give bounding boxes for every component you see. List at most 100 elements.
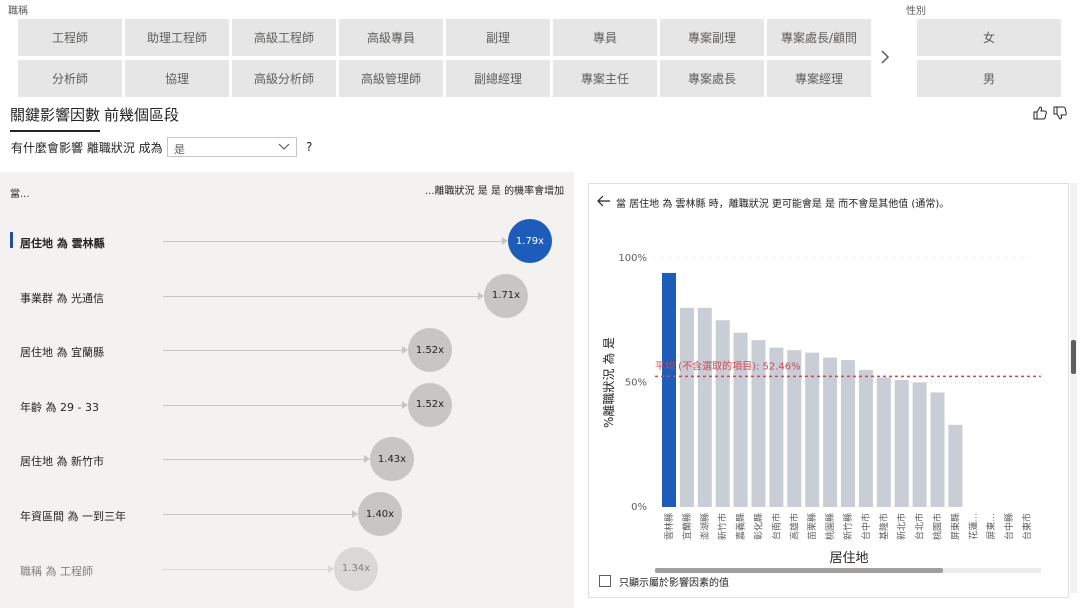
- x-axis-label: 居住地: [829, 551, 868, 564]
- x-tick-label: 嘉義縣: [735, 513, 747, 540]
- key-influencers-list: 當... ...離職狀況 是 是 的機率會增加 居住地 為 雲林縣 1.79x 事業…: [0, 172, 574, 608]
- gender-slicer: 女男: [917, 19, 1061, 97]
- chart-bar[interactable]: [948, 424, 963, 507]
- chart-bar[interactable]: [697, 307, 712, 507]
- influencer-bubble: 1.52x: [408, 328, 452, 373]
- question-prefix: 有什麼會影響 離職狀況 成為: [11, 141, 163, 155]
- selected-indicator: [10, 232, 13, 248]
- influencer-line: [163, 459, 364, 461]
- job-title-tile[interactable]: 高級管理師: [339, 60, 443, 97]
- page-scrollbar-track[interactable]: [1070, 183, 1077, 593]
- influencer-bubble: 1.71x: [484, 273, 528, 318]
- influencer-line: [163, 514, 352, 515]
- job-title-tile[interactable]: 專案處長: [660, 60, 764, 97]
- y-axis-label: %離職狀況 為 是: [601, 337, 616, 428]
- influencer-line: [163, 295, 478, 297]
- gender-tile[interactable]: 男: [917, 60, 1061, 97]
- chevron-down-icon: [278, 143, 290, 150]
- average-label: 平均 (不含選取的項目): 52.46%: [655, 359, 801, 372]
- chart-bar[interactable]: [823, 357, 838, 507]
- job-title-tile[interactable]: 副理: [446, 19, 550, 56]
- job-title-tile[interactable]: 高級專員: [339, 19, 443, 56]
- x-tick-label: 台東市: [1021, 513, 1033, 540]
- chart-bar[interactable]: [733, 332, 748, 507]
- job-title-tile[interactable]: 工程師: [18, 19, 122, 56]
- influencer-bubble: 1.34x: [334, 546, 378, 591]
- chart-bar[interactable]: [894, 380, 909, 507]
- gender-slicer-header: 性別: [906, 6, 926, 17]
- influencer-label: 職稱 為 工程師: [20, 564, 93, 578]
- page-scrollbar-thumb[interactable]: [1071, 340, 1076, 374]
- x-tick-label: 台中市: [860, 513, 872, 540]
- job-title-tile[interactable]: 高級工程師: [232, 19, 336, 56]
- job-title-tile[interactable]: 協理: [125, 60, 229, 97]
- x-tick-label: 新竹市: [717, 513, 729, 540]
- chart-bar[interactable]: [841, 360, 855, 507]
- thumbs-down-icon[interactable]: [1052, 105, 1068, 121]
- influencer-row[interactable]: 年資區間 為 一到三年 1.40x: [0, 492, 574, 539]
- chart-bar[interactable]: [679, 307, 694, 507]
- x-tick-label: 花蓮...: [967, 513, 979, 540]
- chevron-right-icon[interactable]: [878, 46, 892, 68]
- chart-scrollbar-thumb[interactable]: [655, 568, 943, 573]
- chart-bar[interactable]: [787, 350, 802, 507]
- influencer-row[interactable]: 事業群 為 光通信 1.71x: [0, 273, 574, 321]
- chart-bar[interactable]: [876, 377, 891, 507]
- job-title-tile[interactable]: 高級分析師: [232, 60, 336, 97]
- job-title-tile[interactable]: 專案處長/顧問: [767, 19, 871, 56]
- job-title-tile[interactable]: 副總經理: [446, 60, 550, 97]
- y-tick-label: 50%: [625, 378, 647, 389]
- influencer-label: 年資區間 為 一到三年: [20, 510, 126, 523]
- tab-top-segments[interactable]: 前幾個區段: [104, 104, 179, 130]
- x-tick-label: 台南市: [770, 513, 782, 540]
- x-tick-label: 基隆市: [878, 513, 890, 540]
- job-title-tile[interactable]: 專案副理: [660, 19, 764, 56]
- only-influencers-checkbox[interactable]: [599, 575, 611, 587]
- job-title-tile[interactable]: 專案經理: [767, 60, 871, 97]
- influencer-line: [163, 350, 402, 352]
- job-title-tile[interactable]: 專案主任: [553, 60, 657, 97]
- dropdown-selected-value: 是: [174, 143, 185, 156]
- job-title-tile[interactable]: 助理工程師: [125, 19, 229, 56]
- influencer-row[interactable]: 職稱 為 工程師 1.34x: [0, 546, 574, 594]
- gender-tile[interactable]: 女: [917, 19, 1061, 56]
- only-influencers-label: 只顯示屬於影響因素的值: [619, 578, 729, 589]
- influencer-row[interactable]: 居住地 為 雲林縣 1.79x: [0, 219, 574, 266]
- x-tick-label: 桃園市: [932, 513, 944, 540]
- chart-bar[interactable]: [715, 320, 730, 507]
- tab-key-influencers[interactable]: 關鍵影響因數: [10, 104, 101, 132]
- job-title-slicer: 工程師 助理工程師 高級工程師 高級專員 副理 專員 專案副理 專案處長/顧問分析師 協理 高級分…: [18, 19, 871, 97]
- influencer-bubble: 1.52x: [408, 382, 452, 427]
- influencer-line: [163, 241, 502, 242]
- influencer-label: 年齡 為 29 - 33: [20, 400, 99, 414]
- back-arrow-icon[interactable]: [597, 195, 611, 207]
- influencer-bar-chart: 0% 50% 100% %離職狀況 為 是雲林縣 宜蘭縣 澎湖縣 新竹市 嘉義縣 彰化縣 台南市高…: [601, 253, 1041, 564]
- x-tick-label: 新竹縣: [842, 513, 854, 540]
- influencer-label: 事業群 為 光通信: [20, 291, 104, 305]
- influencer-bubble: 1.40x: [358, 492, 402, 536]
- when-header: 當...: [10, 189, 30, 200]
- thumbs-up-icon[interactable]: [1032, 105, 1048, 121]
- influencer-bubble: 1.43x: [370, 437, 414, 482]
- likelihood-header: ...離職狀況 是 是 的機率會增加: [425, 186, 565, 197]
- x-tick-label: 屏東...: [985, 513, 997, 540]
- x-tick-label: 台北市: [914, 513, 926, 540]
- x-tick-label: 高雄市: [788, 513, 800, 540]
- x-tick-label: 苗栗縣: [807, 513, 818, 540]
- chart-bar[interactable]: [858, 370, 873, 507]
- influencer-row[interactable]: 年齡 為 29 - 33 1.52x: [0, 382, 574, 430]
- x-tick-label: 宜蘭縣: [681, 513, 693, 540]
- x-tick-label: 彰化縣: [753, 513, 765, 540]
- job-title-tile[interactable]: 專員: [553, 19, 657, 56]
- influencer-line: [163, 568, 328, 570]
- influencer-row[interactable]: 居住地 為 宜蘭縣 1.52x: [0, 328, 574, 375]
- chart-bar[interactable]: [912, 382, 927, 508]
- job-title-tile[interactable]: 分析師: [18, 60, 122, 97]
- influencer-label: 居住地 為 雲林縣: [20, 237, 105, 250]
- chart-bar[interactable]: [930, 392, 945, 507]
- influencer-bubble: 1.79x: [508, 219, 552, 263]
- detail-title: 當 居住地 為 雲林縣 時，離職狀況 更可能會是 是 而不會是其他值 (通常)。: [616, 199, 950, 210]
- chart-bar[interactable]: [662, 272, 676, 507]
- influencer-row[interactable]: 居住地 為 新竹市 1.43x: [0, 437, 574, 484]
- question-value-dropdown[interactable]: 是: [167, 137, 297, 157]
